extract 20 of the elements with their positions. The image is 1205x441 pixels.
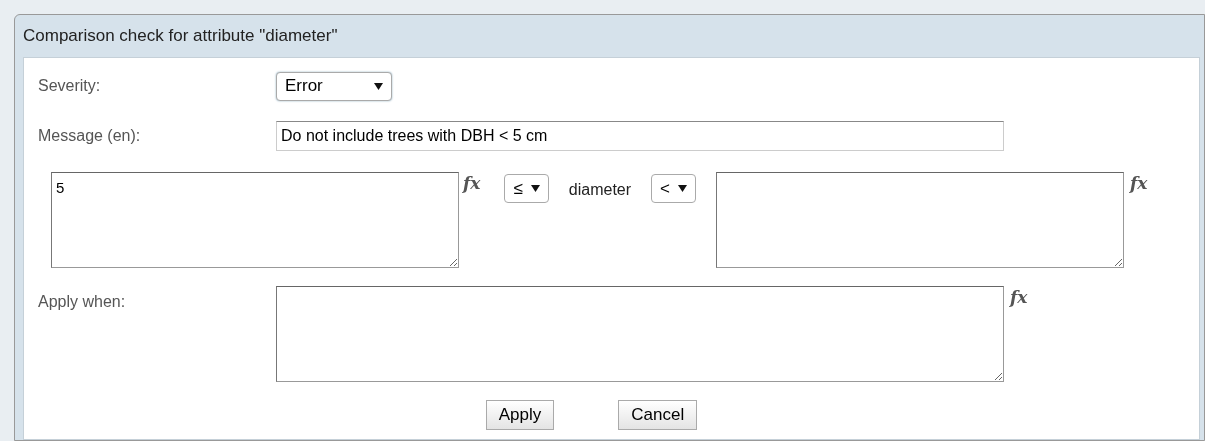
caret-icon [530, 185, 540, 192]
formula-label[interactable]: fx [1130, 173, 1148, 193]
formula-label[interactable]: fx [1010, 287, 1028, 307]
operator-select[interactable]: ≤ [504, 174, 549, 203]
attribute-name: diameter [568, 180, 632, 200]
expression-field[interactable] [276, 286, 1004, 382]
dialog-title: Comparison check for attribute "diameter" [23, 25, 338, 48]
severity-select[interactable]: Error [276, 71, 392, 101]
dialog-button[interactable]: Cancel [618, 400, 698, 430]
field-label: Apply when: [37, 292, 127, 312]
caret-icon [374, 82, 383, 90]
expression-field[interactable] [716, 172, 1124, 268]
caret-icon [678, 185, 687, 192]
field-label: Severity: [37, 76, 102, 96]
field-label: Message (en): [37, 126, 142, 146]
expression-field[interactable]: 5 [51, 172, 459, 268]
message-field[interactable]: Do not include trees with DBH < 5 cm [276, 121, 1004, 151]
formula-label[interactable]: fx [463, 173, 481, 193]
operator-select[interactable]: < [651, 174, 696, 203]
dialog-button[interactable]: Apply [485, 400, 555, 430]
